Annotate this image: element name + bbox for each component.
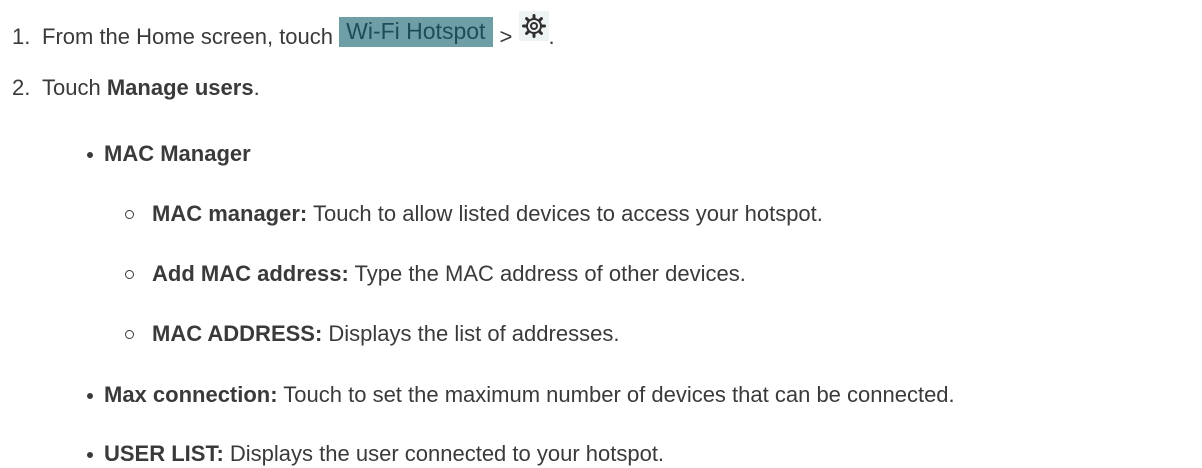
wifi-hotspot-button[interactable]: Wi-Fi Hotspot bbox=[339, 17, 494, 47]
bullet-desc: Touch to set the maximum number of devic… bbox=[277, 382, 955, 407]
step-text: From the Home screen, touch bbox=[42, 24, 340, 49]
bullet-desc: Displays the user connected to your hots… bbox=[223, 441, 665, 466]
separator: > bbox=[493, 24, 519, 49]
sub-item-add-mac-address: Add MAC address: Type the MAC address of… bbox=[152, 260, 746, 288]
sub-bullet-marker bbox=[125, 210, 134, 219]
sub-item-desc: Touch to allow listed devices to access … bbox=[307, 201, 823, 226]
sub-item-mac-manager: MAC manager: Touch to allow listed devic… bbox=[152, 200, 823, 228]
bullet-user-list: USER LIST: Displays the user connected t… bbox=[104, 440, 664, 468]
sub-bullet-marker bbox=[125, 330, 134, 339]
step-number: 2. bbox=[12, 75, 31, 100]
sub-item-term: Add MAC address: bbox=[152, 261, 349, 286]
step-number: 1. bbox=[12, 24, 31, 49]
bullet-mac-manager: MAC Manager bbox=[104, 140, 251, 168]
bullet-marker bbox=[87, 393, 93, 399]
step-2: 2. Touch Manage users. bbox=[12, 74, 260, 102]
step-text: Touch bbox=[42, 75, 107, 100]
bullet-term: Max connection: bbox=[104, 382, 278, 407]
sub-item-term: MAC ADDRESS: bbox=[152, 321, 323, 346]
step-1: 1. From the Home screen, touch Wi-Fi Hots… bbox=[12, 11, 555, 52]
sub-item-mac-address: MAC ADDRESS: Displays the list of addres… bbox=[152, 320, 619, 348]
bullet-title: MAC Manager bbox=[104, 141, 251, 166]
gear-icon[interactable] bbox=[518, 11, 549, 41]
manage-users-label: Manage users bbox=[106, 75, 254, 100]
sub-item-desc: Displays the list of addresses. bbox=[322, 321, 620, 346]
sub-item-term: MAC manager: bbox=[152, 201, 308, 226]
bullet-marker bbox=[87, 452, 93, 458]
sub-item-desc: Type the MAC address of other devices. bbox=[348, 261, 746, 286]
sub-bullet-marker bbox=[125, 270, 134, 279]
bullet-marker bbox=[87, 152, 93, 158]
bullet-max-connection: Max connection: Touch to set the maximum… bbox=[104, 381, 955, 409]
step-end: . bbox=[548, 24, 555, 49]
bullet-term: USER LIST: bbox=[104, 441, 224, 466]
step-end: . bbox=[253, 75, 260, 100]
